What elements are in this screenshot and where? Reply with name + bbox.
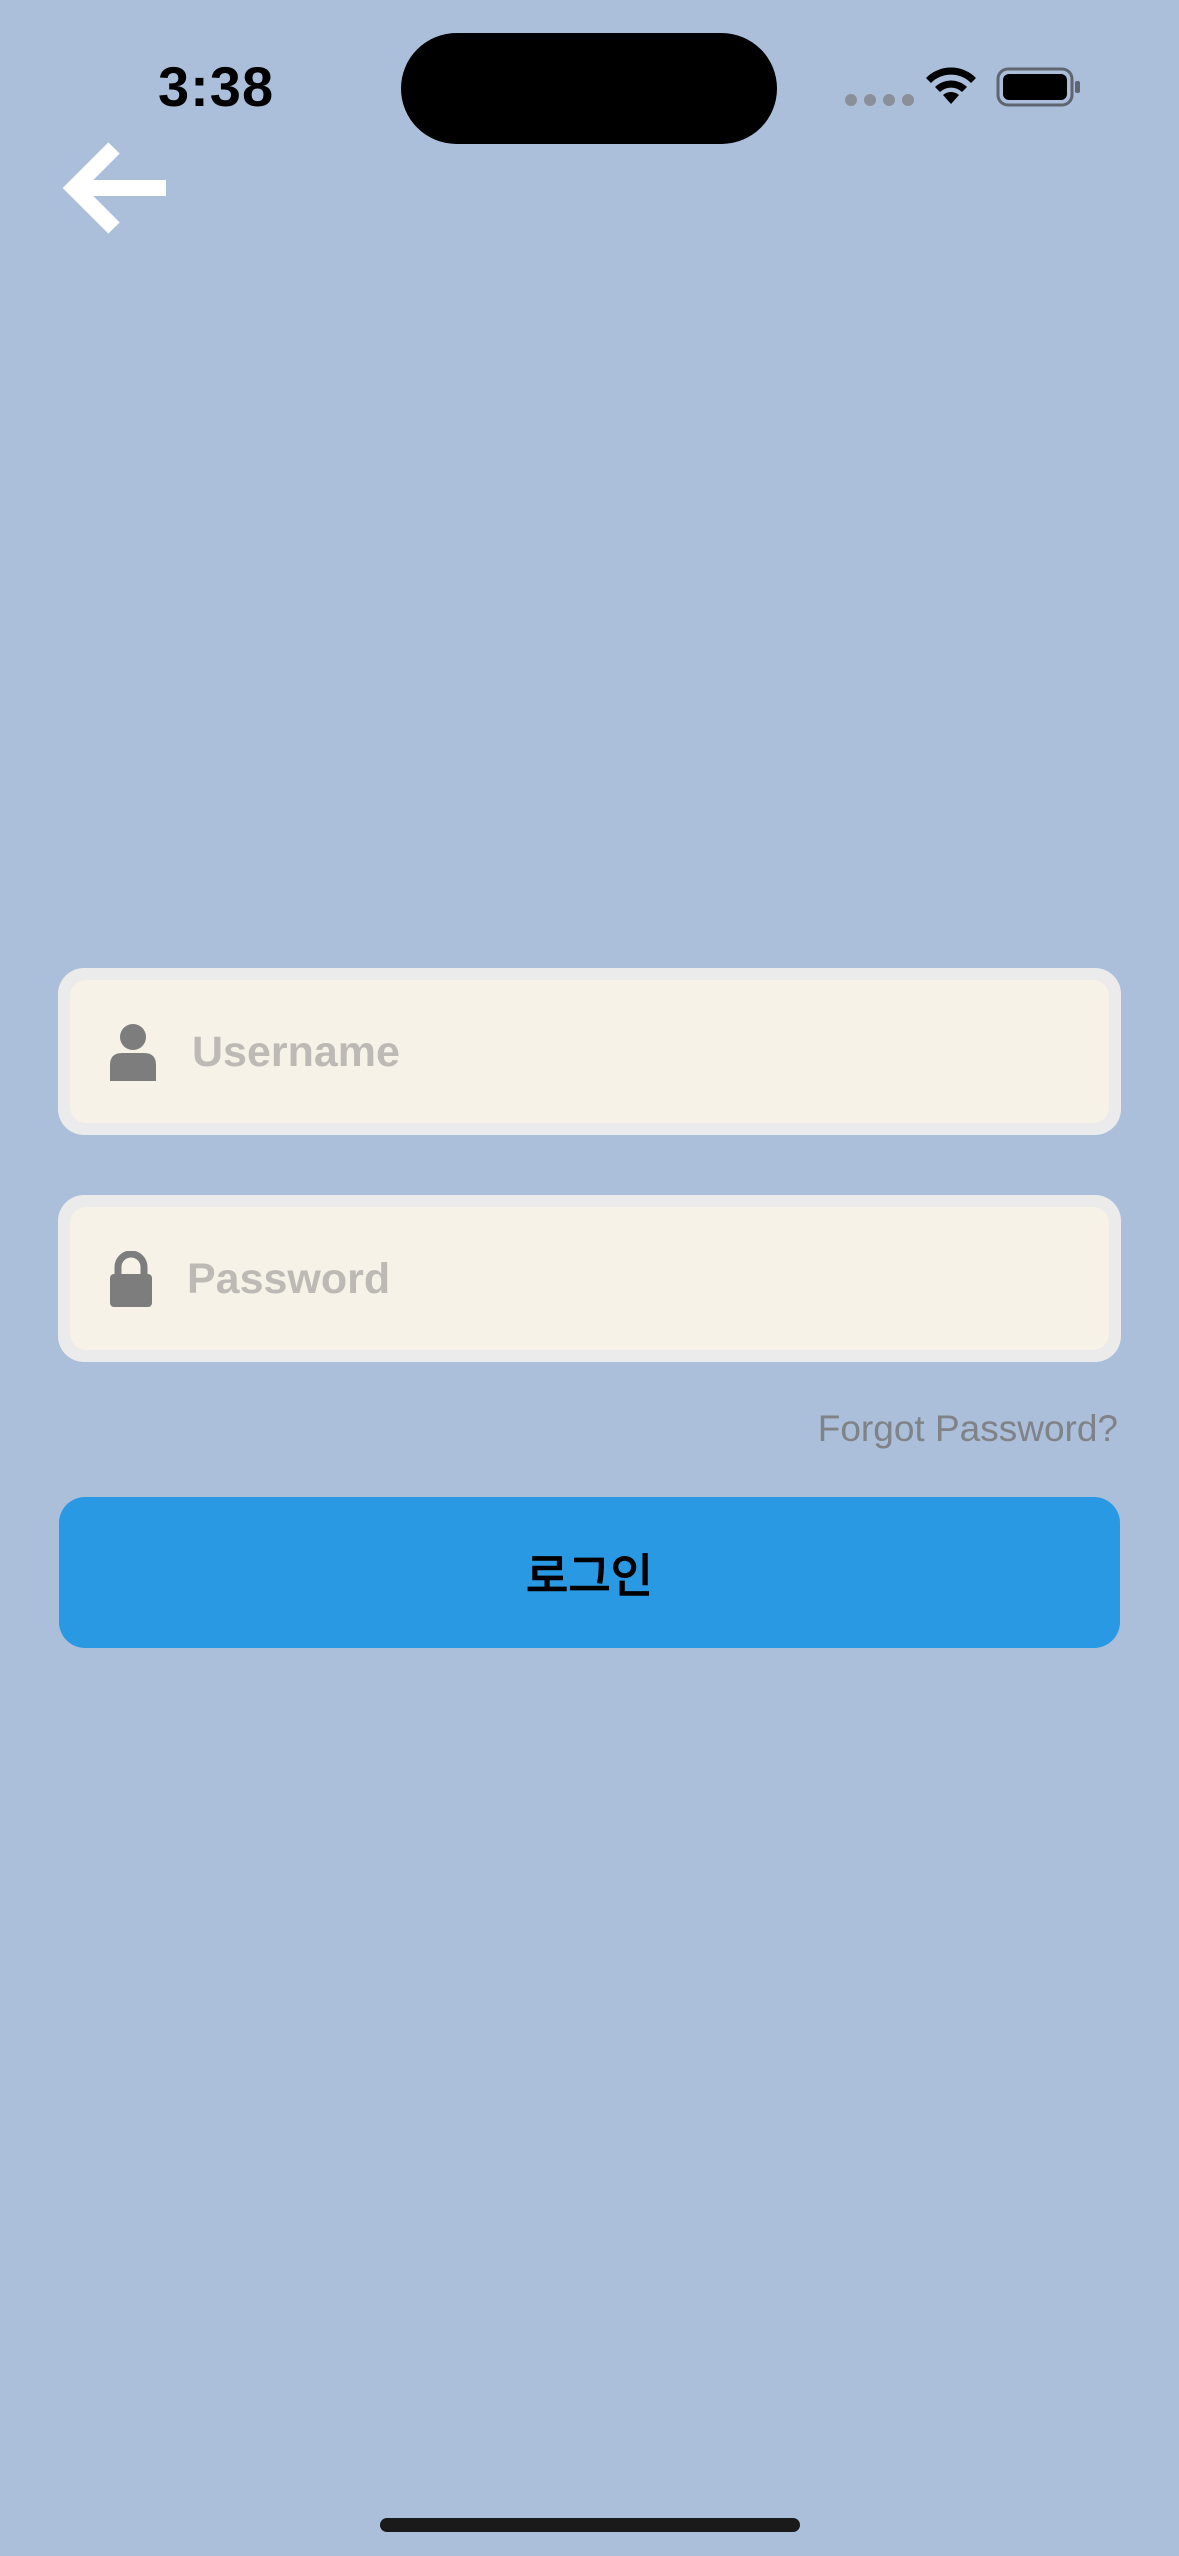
password-input[interactable] bbox=[185, 1207, 1089, 1352]
home-indicator bbox=[380, 2518, 800, 2532]
cellular-signal-icon bbox=[845, 94, 914, 106]
lock-icon bbox=[110, 1250, 152, 1307]
password-field-box bbox=[70, 1207, 1109, 1352]
dynamic-island bbox=[401, 33, 777, 144]
password-field-container bbox=[58, 1195, 1121, 1362]
back-button[interactable] bbox=[62, 140, 172, 236]
wifi-icon bbox=[926, 67, 976, 104]
arrow-left-icon bbox=[62, 142, 166, 234]
battery-icon bbox=[996, 67, 1080, 107]
username-input[interactable] bbox=[190, 980, 1094, 1125]
status-time: 3:38 bbox=[158, 55, 275, 118]
username-field-container bbox=[58, 968, 1121, 1135]
username-field-box bbox=[70, 980, 1109, 1125]
login-button[interactable]: 로그인 bbox=[59, 1497, 1120, 1648]
user-icon bbox=[110, 1023, 156, 1081]
forgot-password-link[interactable]: Forgot Password? bbox=[818, 1405, 1118, 1453]
